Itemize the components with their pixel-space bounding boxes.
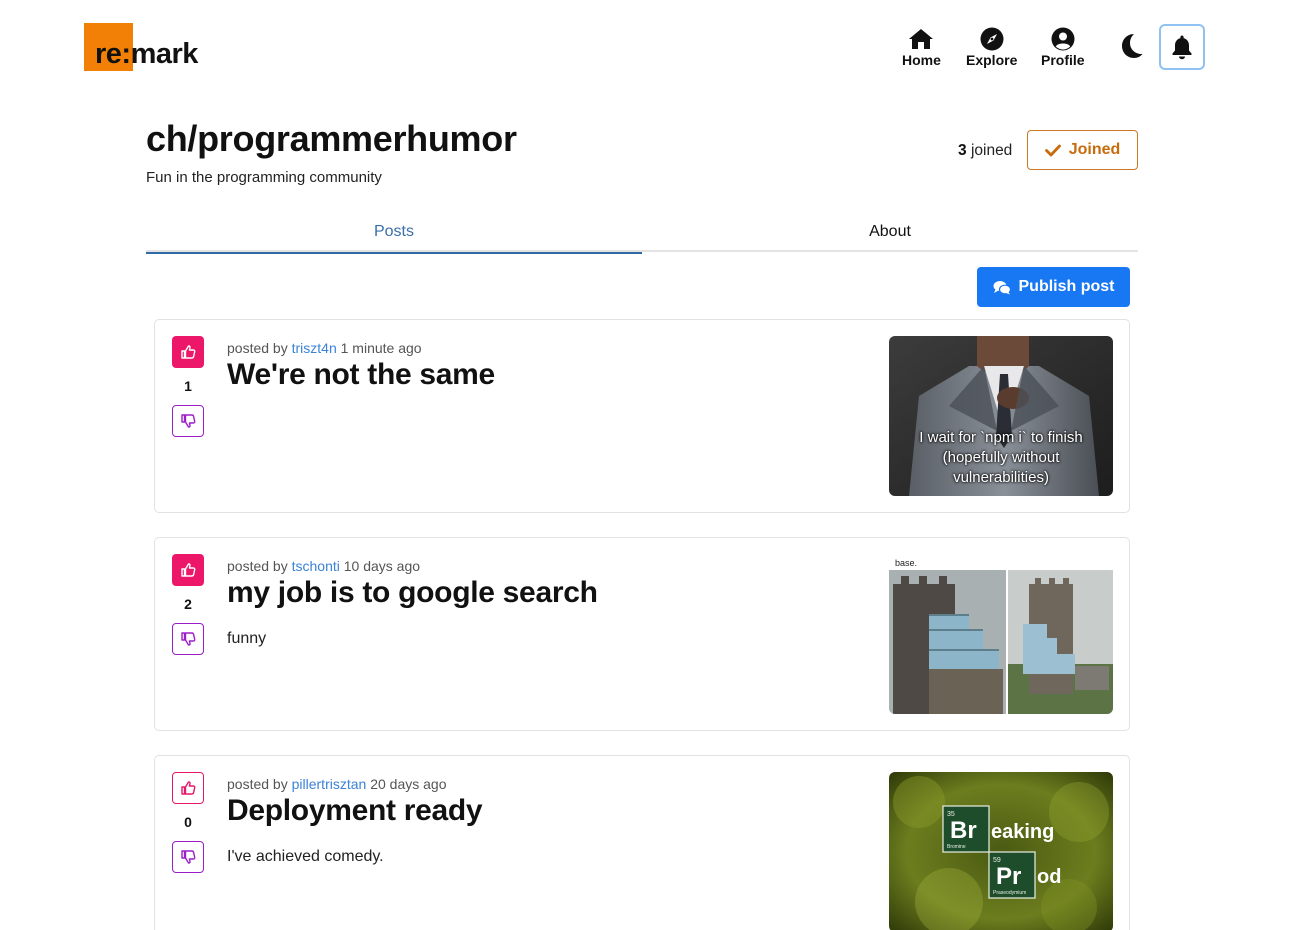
community-description: Fun in the programming community — [146, 169, 382, 186]
thumbs-up-icon — [181, 781, 196, 795]
upvote-button[interactable] — [172, 554, 204, 586]
vote-count: 0 — [184, 814, 192, 830]
joined-count-suffix: joined — [970, 142, 1013, 159]
upvote-button[interactable] — [172, 336, 204, 368]
post-card: 0 posted by pillertrisztan 20 days ago D… — [154, 755, 1130, 930]
post-title[interactable]: Deployment ready — [227, 794, 483, 828]
tile-pr-name: Praseodymium — [993, 890, 1026, 896]
thumbs-down-icon — [181, 632, 196, 646]
post-time: 1 minute ago — [340, 340, 422, 356]
tab-posts-label: Posts — [373, 223, 414, 240]
post-card: 2 posted by tschonti 10 days ago my job … — [154, 537, 1130, 731]
compass-icon — [979, 27, 1005, 51]
user-circle-icon — [1050, 27, 1076, 51]
tile-br-name: Bromine — [947, 844, 966, 850]
moon-icon — [1122, 34, 1143, 58]
post-card: 1 posted by triszt4n 1 minute ago We're … — [154, 319, 1130, 513]
tile-br-symbol: Br — [950, 817, 977, 844]
post-meta: posted by pillertrisztan 20 days ago — [227, 776, 447, 792]
post-meta: posted by tschonti 10 days ago — [227, 558, 420, 574]
logo-text: re:mark — [95, 38, 198, 70]
vote-count: 1 — [184, 378, 192, 394]
nav-explore-label: Explore — [966, 52, 1018, 68]
nav-explore[interactable]: Explore — [966, 27, 1017, 68]
post-meta: posted by triszt4n 1 minute ago — [227, 340, 422, 356]
post-image[interactable]: 35 Br Bromine eaking 59 Pr Praseodymium … — [889, 772, 1113, 930]
nav-profile-label: Profile — [1041, 52, 1085, 68]
tile-br-rest: eaking — [991, 821, 1054, 843]
posted-by-label: posted by — [227, 558, 288, 574]
nav-home-label: Home — [902, 52, 941, 68]
thumbs-down-icon — [181, 850, 196, 864]
joined-count: 3 joined — [958, 142, 1012, 160]
meme-breaking-prod-image: 35 Br Bromine eaking 59 Pr Praseodymium … — [889, 772, 1113, 930]
check-icon — [1044, 144, 1061, 156]
publish-post-label: Publish post — [1018, 278, 1115, 295]
meme-caption: I wait for `npm i` to finish (hopefully … — [919, 429, 1083, 486]
bell-icon — [1172, 35, 1192, 60]
post-time: 20 days ago — [370, 776, 447, 792]
thumbs-up-icon — [181, 345, 196, 359]
meme-castle-image: base. — [889, 554, 1113, 714]
tab-about[interactable]: About — [642, 212, 1138, 252]
downvote-button[interactable] — [172, 841, 204, 873]
downvote-button[interactable] — [172, 623, 204, 655]
comments-icon — [993, 280, 1011, 294]
post-body: funny — [227, 630, 267, 647]
nav-home[interactable]: Home — [902, 27, 941, 68]
post-author-link[interactable]: tschonti — [292, 558, 340, 574]
upvote-button[interactable] — [172, 772, 204, 804]
downvote-button[interactable] — [172, 405, 204, 437]
joined-count-number: 3 — [958, 142, 967, 159]
thumbs-down-icon — [181, 414, 196, 428]
tab-about-label: About — [869, 223, 911, 240]
notifications-button[interactable] — [1159, 24, 1205, 70]
theme-toggle-button[interactable] — [1119, 32, 1147, 62]
post-title[interactable]: my job is to google search — [227, 576, 598, 610]
nav-profile[interactable]: Profile — [1041, 27, 1085, 68]
community-title: ch/programmerhumor — [146, 118, 517, 159]
tile-pr-symbol: Pr — [996, 863, 1021, 890]
home-icon — [908, 27, 934, 51]
meme-caption: base. — [895, 558, 917, 568]
tile-pr-rest: od — [1037, 866, 1061, 888]
post-image[interactable]: I wait for `npm i` to finish (hopefully … — [889, 336, 1113, 496]
posted-by-label: posted by — [227, 776, 288, 792]
publish-post-button[interactable]: Publish post — [977, 267, 1130, 307]
joined-button-label: Joined — [1068, 141, 1121, 158]
post-title[interactable]: We're not the same — [227, 358, 495, 392]
vote-count: 2 — [184, 596, 192, 612]
community-tabs: Posts About — [146, 212, 1138, 254]
posted-by-label: posted by — [227, 340, 288, 356]
post-image[interactable]: base. — [889, 554, 1113, 714]
logo[interactable]: re:mark — [84, 23, 224, 73]
post-author-link[interactable]: triszt4n — [292, 340, 337, 356]
post-author-link[interactable]: pillertrisztan — [292, 776, 367, 792]
post-time: 10 days ago — [343, 558, 421, 574]
tab-posts[interactable]: Posts — [146, 212, 642, 254]
thumbs-up-icon — [181, 563, 196, 577]
post-body: I've achieved comedy. — [227, 848, 384, 865]
joined-button[interactable]: Joined — [1027, 130, 1138, 170]
